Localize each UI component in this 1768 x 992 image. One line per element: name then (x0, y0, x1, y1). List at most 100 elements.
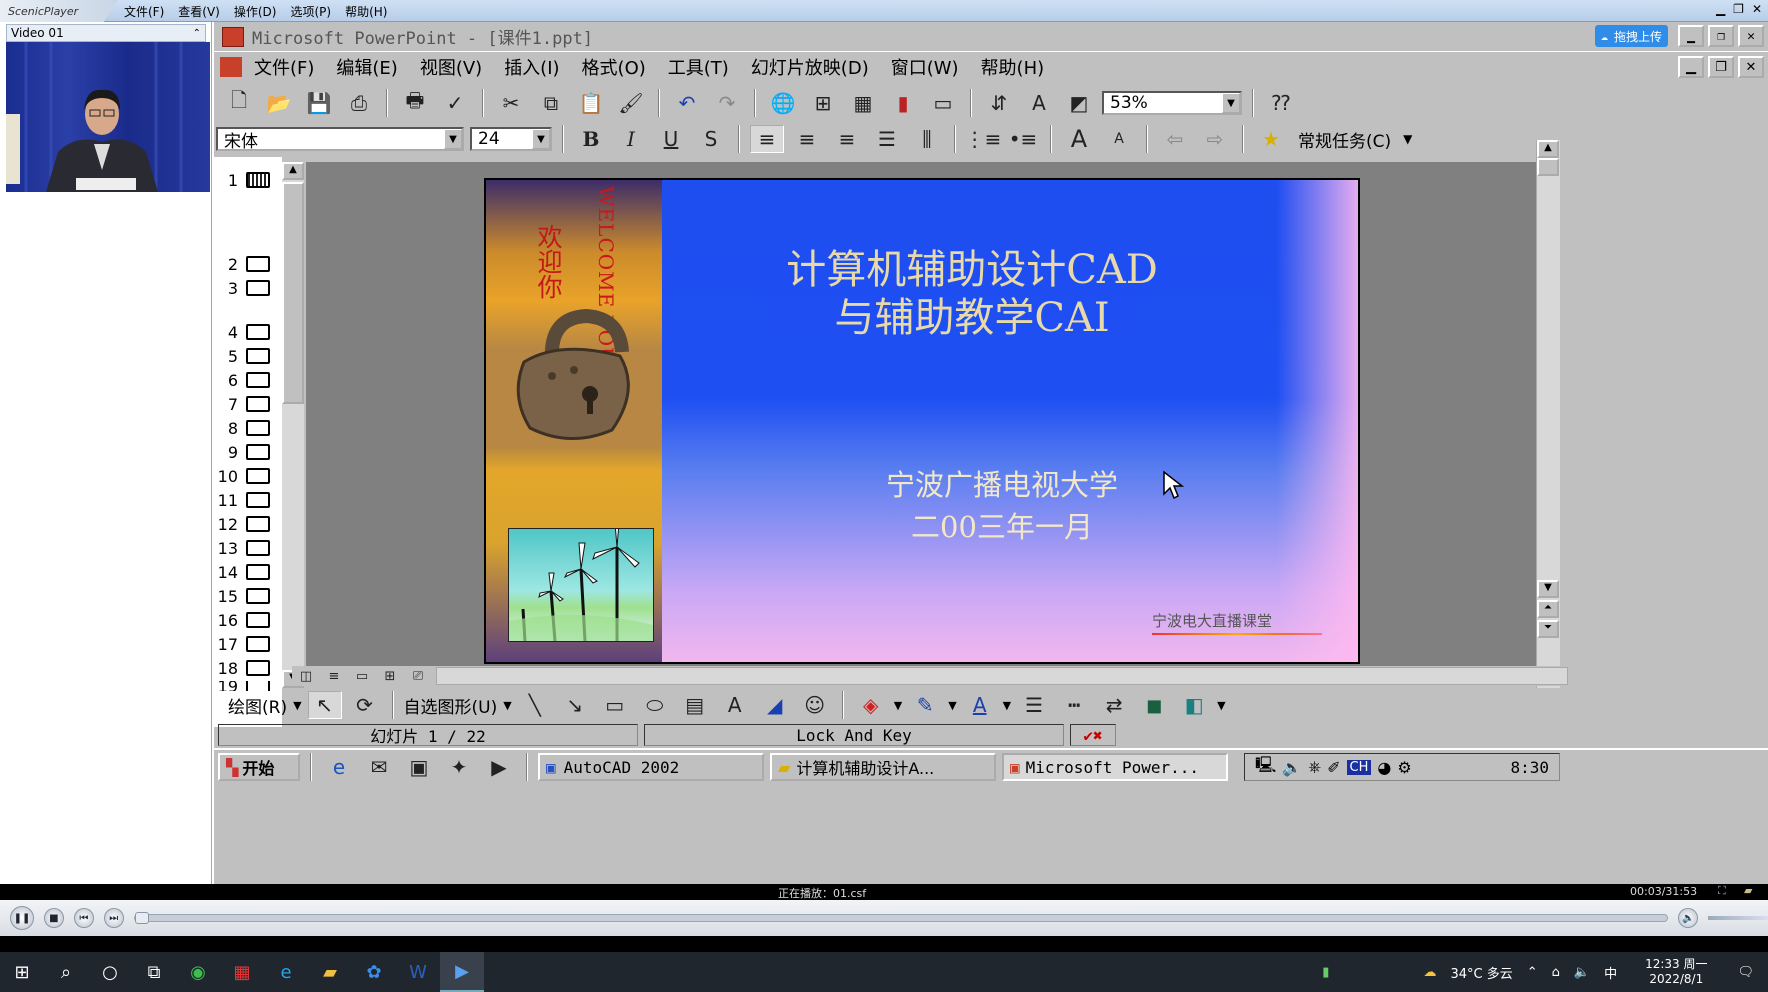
speaker-icon[interactable]: 🔈 (1574, 965, 1590, 980)
seek-thumb[interactable] (134, 912, 149, 924)
player-menu-operate[interactable]: 操作(D) (234, 3, 277, 20)
scheduler-icon[interactable]: ⚙ (1397, 758, 1411, 777)
slide-list-item[interactable]: 6 (214, 369, 282, 391)
volume-slider[interactable] (1708, 916, 1768, 920)
network-icon[interactable]: 🖳 (1255, 754, 1276, 781)
menu-window[interactable]: 窗口(W) (891, 54, 959, 80)
previous-slide-icon[interactable]: ⏶ (1537, 600, 1559, 618)
rectangle-icon[interactable]: ▭ (598, 691, 632, 719)
volume-icon[interactable]: 🔈 (1678, 908, 1699, 928)
scroll-down-icon[interactable]: ▼ (1537, 580, 1559, 598)
font-size-select[interactable]: 24 ▼ (470, 127, 552, 151)
format-painter-icon[interactable]: 🖌 (614, 89, 648, 117)
arrow-icon[interactable]: ↘ (558, 691, 592, 719)
close-button[interactable]: ✕ (1738, 25, 1764, 47)
line-icon[interactable]: ╲ (518, 691, 552, 719)
ime-indicator[interactable]: 中 (1604, 963, 1617, 982)
slide-list-item[interactable]: 7 (214, 393, 282, 415)
copy-icon[interactable]: ⧉ (534, 89, 568, 117)
scroll-up-icon[interactable]: ▲ (1537, 140, 1559, 158)
paste-icon[interactable]: 📋 (574, 89, 608, 117)
new-slide-icon[interactable]: ▭ (926, 89, 960, 117)
print-preview-icon[interactable]: ⎙ (342, 89, 376, 117)
expand-slide-icon[interactable]: ⇵ (982, 89, 1016, 117)
previous-icon[interactable]: ⏮ (73, 908, 94, 928)
ime-indicator[interactable]: CH (1346, 759, 1372, 775)
slide-list-item[interactable]: 5 (214, 345, 282, 367)
menu-tools[interactable]: 工具(T) (668, 54, 729, 80)
italic-icon[interactable]: I (614, 125, 648, 153)
seek-bar[interactable] (133, 912, 1669, 924)
redo-icon[interactable]: ↷ (710, 89, 744, 117)
insert-chart-icon[interactable]: ▮ (886, 89, 920, 117)
slide-title[interactable]: 计算机辅助设计CAD 与辅助教学CAI (662, 246, 1282, 342)
slide-list-item[interactable]: 8 (214, 417, 282, 439)
horizontal-scrollbar[interactable] (436, 667, 1568, 685)
menu-format[interactable]: 格式(O) (582, 54, 646, 80)
chevron-down-icon[interactable]: ▼ (503, 699, 511, 712)
slide-list-item[interactable]: 1 (214, 169, 282, 191)
slide-list-item[interactable]: 4 (214, 321, 282, 343)
clipart-icon[interactable]: ☺ (798, 691, 832, 719)
restore-icon[interactable]: ❐ (1733, 2, 1744, 16)
start-button[interactable]: ▚ 开始 (218, 753, 300, 781)
tray-chevron-icon[interactable]: ⌃ (1527, 965, 1538, 980)
wordart-icon[interactable]: A (718, 691, 752, 719)
undo-icon[interactable]: ↶ (670, 89, 704, 117)
common-tasks-button[interactable]: 常规任务(C) (1298, 127, 1391, 152)
slide-view-icon[interactable]: ▭ (348, 667, 376, 685)
chevron-down-icon[interactable]: ▼ (1217, 699, 1225, 712)
chevron-down-icon[interactable]: ▼ (444, 129, 462, 149)
align-center-icon[interactable]: ≡ (790, 125, 824, 153)
cloud-app-icon[interactable]: ✿ (352, 952, 396, 992)
slide-list-item[interactable]: 10 (214, 465, 282, 487)
animation-effects-icon[interactable]: ★ (1254, 125, 1288, 153)
font-select[interactable]: 宋体 ▼ (216, 127, 464, 152)
pause-icon[interactable]: ❚❚ (10, 906, 34, 930)
edge-icon[interactable]: e (264, 952, 308, 992)
notification-icon[interactable]: 🗨 (1737, 965, 1754, 980)
next-slide-icon[interactable]: ⏷ (1537, 620, 1559, 638)
cut-icon[interactable]: ✂ (494, 89, 528, 117)
browser-icon[interactable]: ◉ (176, 952, 220, 992)
media-icon[interactable]: ▶ (482, 753, 516, 781)
slide-list-item[interactable]: 9 (214, 441, 282, 463)
slide-list-item[interactable]: 17 (214, 633, 282, 655)
stop-icon[interactable]: ■ (43, 908, 64, 928)
folder-icon[interactable]: ▰ (1744, 884, 1752, 897)
close-icon[interactable]: ✕ (1752, 2, 1762, 16)
bold-icon[interactable]: B (574, 125, 608, 153)
autoshapes-button[interactable]: 自选图形(U) (404, 693, 498, 718)
demote-icon[interactable]: ⇨ (1198, 125, 1232, 153)
bullets-icon[interactable]: •≡ (1006, 125, 1040, 153)
save-icon[interactable]: 💾 (302, 89, 336, 117)
task-powerpoint[interactable]: ▣ Microsoft Power... (1002, 753, 1228, 781)
grayscale-icon[interactable]: ◩ (1062, 89, 1096, 117)
spelling-icon[interactable]: ✓ (438, 89, 472, 117)
slide-list-item[interactable]: 13 (214, 537, 282, 559)
justify-icon[interactable]: ☰ (870, 125, 904, 153)
new-icon[interactable]: 🗋 (222, 88, 256, 117)
slide-list-item[interactable]: 16 (214, 609, 282, 631)
menu-edit[interactable]: 编辑(E) (336, 54, 397, 80)
doc-restore-button[interactable]: ❐ (1708, 56, 1734, 78)
slide-scrollbar[interactable]: ▲ ▼ ⏶ ⏷ (1536, 140, 1560, 688)
scenicplayer-taskbar-icon[interactable]: ▶ (440, 952, 484, 992)
chevron-down-icon[interactable]: ▼ (894, 699, 902, 712)
word-icon[interactable]: W (396, 952, 440, 992)
player-menu-view[interactable]: 查看(V) (178, 3, 220, 20)
menu-slideshow[interactable]: 幻灯片放映(D) (751, 54, 869, 80)
outline-scrollbar[interactable]: ▲ ▼ (282, 162, 304, 688)
network-icon[interactable]: ⌂ (1552, 965, 1560, 980)
slide-list-item[interactable]: 15 (214, 585, 282, 607)
slide-list-item[interactable]: 12 (214, 513, 282, 535)
file-explorer-icon[interactable]: ▰ (308, 952, 352, 992)
promote-icon[interactable]: ⇦ (1158, 125, 1192, 153)
menu-help[interactable]: 帮助(H) (981, 54, 1045, 80)
app-icon[interactable]: ▦ (220, 952, 264, 992)
increase-font-icon[interactable]: A (1062, 125, 1096, 153)
shadow-icon[interactable]: S (694, 125, 728, 153)
hyperlink-icon[interactable]: 🌐 (766, 89, 800, 117)
search-icon[interactable]: ⌕ (44, 952, 88, 992)
connection-icon[interactable]: ⎈ (1308, 757, 1321, 777)
